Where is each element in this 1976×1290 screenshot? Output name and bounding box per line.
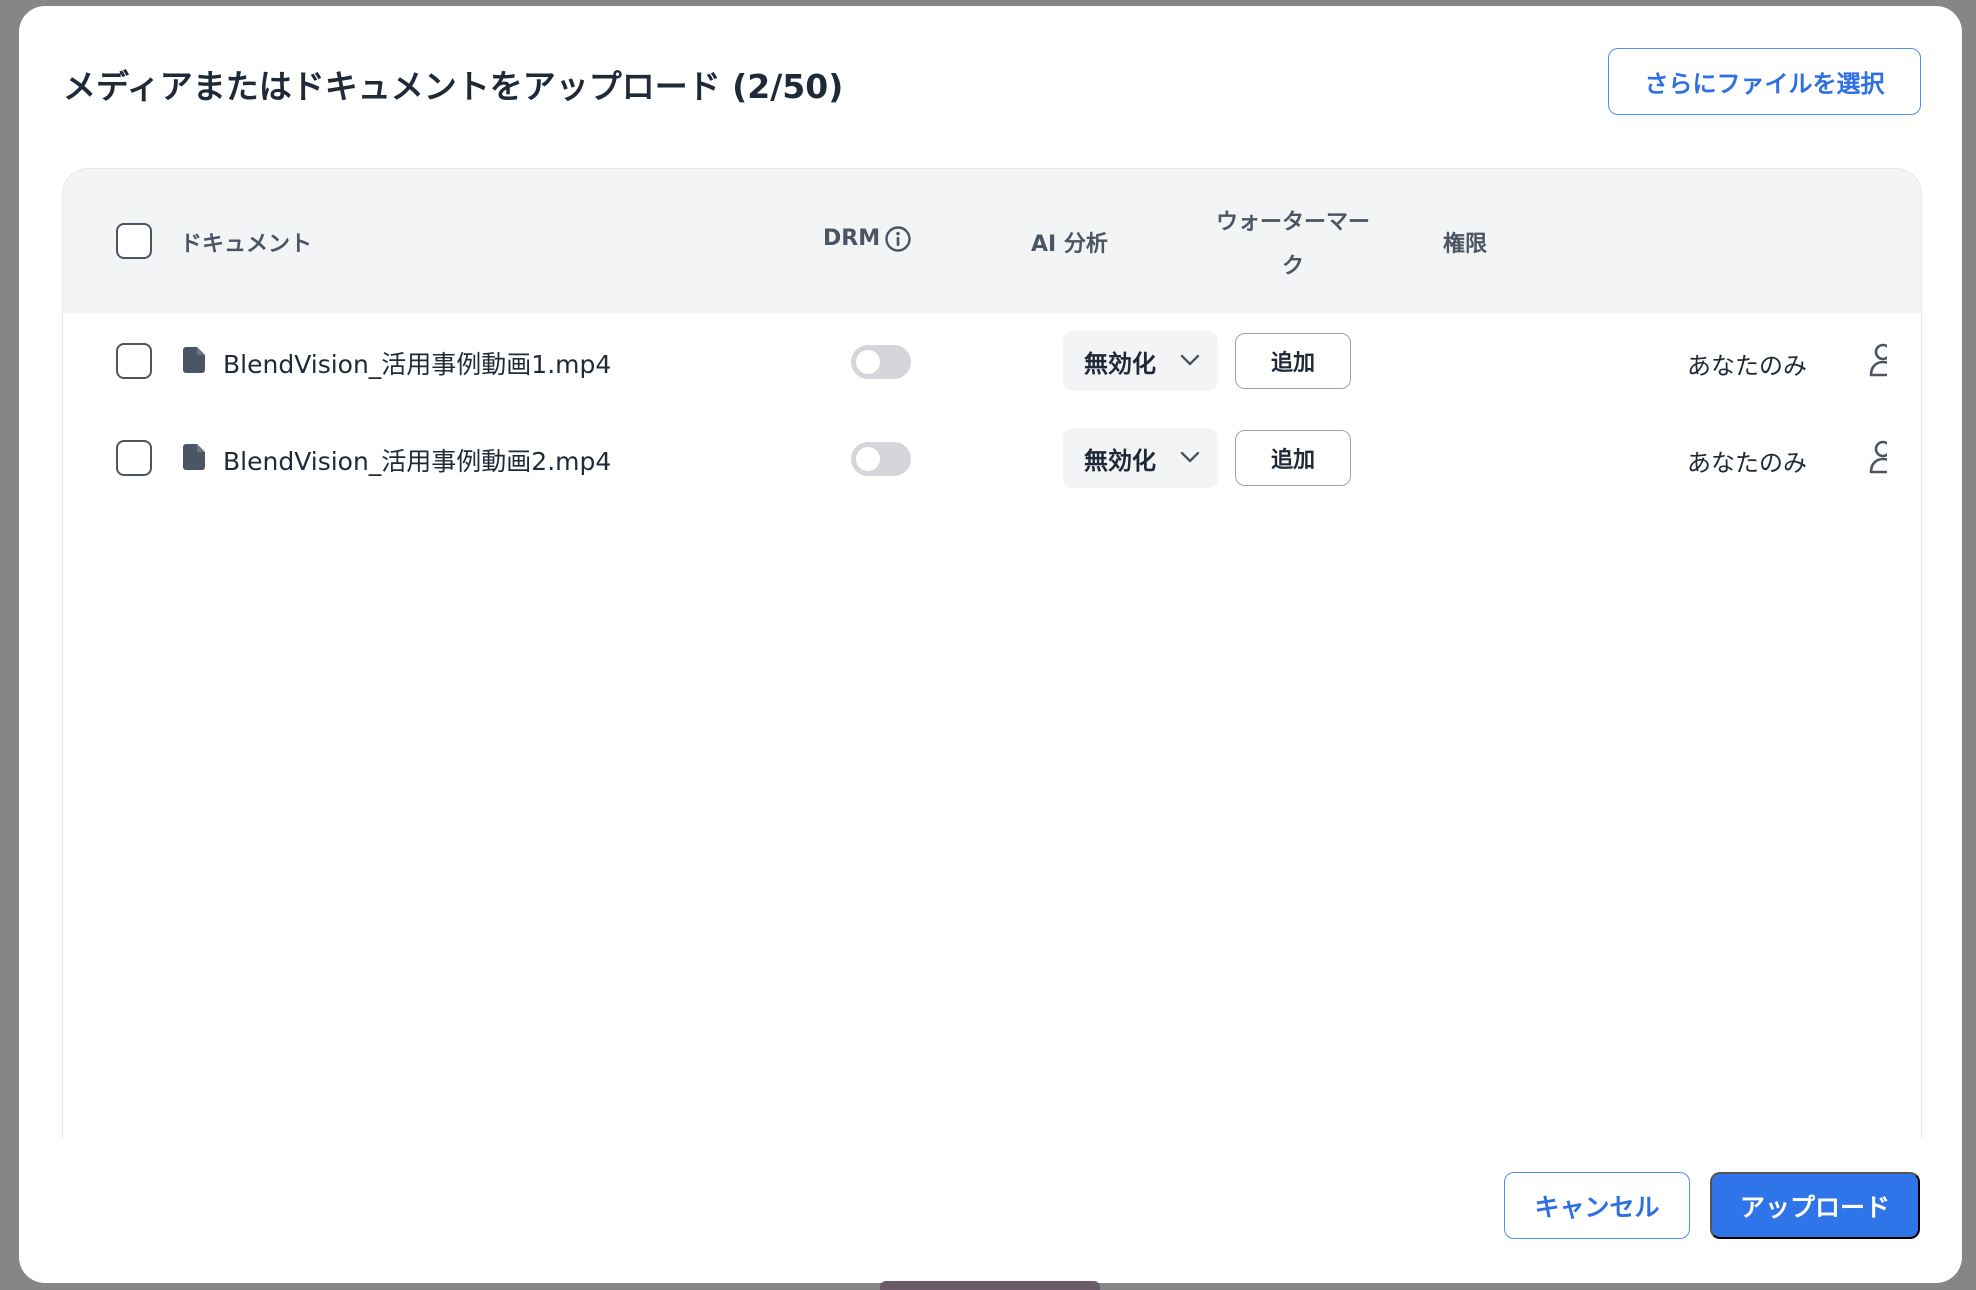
upload-button[interactable]: アップロード	[1710, 1172, 1920, 1239]
header-ai-analysis: AI 分析	[1031, 232, 1108, 257]
row-checkbox[interactable]	[116, 343, 152, 379]
add-watermark-button[interactable]: 追加	[1235, 430, 1351, 486]
info-icon[interactable]	[884, 225, 912, 253]
header-watermark-line2: ク	[1281, 254, 1304, 279]
toggle-knob	[856, 350, 880, 374]
ai-analysis-dropdown[interactable]: 無効化	[1063, 331, 1218, 391]
permission-value: あなたのみ	[1687, 449, 1807, 477]
drm-toggle[interactable]	[851, 442, 911, 476]
ai-analysis-dropdown[interactable]: 無効化	[1063, 428, 1218, 488]
permission-value: あなたのみ	[1687, 352, 1807, 380]
ai-analysis-value: 無効化	[1084, 349, 1156, 378]
file-name: BlendVision_活用事例動画1.mp4	[223, 350, 612, 379]
header-permission: 権限	[1443, 232, 1488, 257]
background-element	[880, 1281, 1100, 1290]
person-icon[interactable]	[1869, 439, 1887, 475]
row-checkbox[interactable]	[116, 440, 152, 476]
file-name: BlendVision_活用事例動画2.mp4	[223, 447, 612, 476]
toggle-knob	[856, 447, 880, 471]
select-more-files-button[interactable]: さらにファイルを選択	[1608, 48, 1921, 115]
drm-toggle[interactable]	[851, 345, 911, 379]
dialog-title: メディアまたはドキュメントをアップロード (2/50)	[63, 67, 844, 106]
file-icon	[183, 444, 205, 470]
add-watermark-button[interactable]: 追加	[1235, 333, 1351, 389]
file-icon	[183, 347, 205, 373]
table-header: ドキュメント DRM AI 分析 ウォーターマー ク 権限	[63, 169, 1921, 313]
cancel-button[interactable]: キャンセル	[1504, 1172, 1690, 1239]
header-document: ドキュメント	[180, 232, 313, 257]
header-watermark: ウォーターマー ク	[1208, 204, 1378, 280]
table-row: BlendVision_活用事例動画1.mp4 無効化 追加 あなたのみ	[63, 313, 1921, 410]
file-table: ドキュメント DRM AI 分析 ウォーターマー ク 権限 BlendVisio…	[62, 168, 1922, 1138]
header-drm: DRM	[823, 226, 881, 251]
upload-dialog: メディアまたはドキュメントをアップロード (2/50) さらにファイルを選択 ド…	[19, 6, 1962, 1283]
select-all-checkbox[interactable]	[116, 223, 152, 259]
permission-icon-clip	[1869, 336, 1887, 386]
chevron-down-icon	[1180, 354, 1200, 366]
person-icon[interactable]	[1869, 342, 1887, 378]
chevron-down-icon	[1180, 451, 1200, 463]
ai-analysis-value: 無効化	[1084, 446, 1156, 475]
table-row: BlendVision_活用事例動画2.mp4 無効化 追加 あなたのみ	[63, 410, 1921, 507]
header-watermark-line1: ウォーターマー	[1215, 210, 1370, 235]
permission-icon-clip	[1869, 433, 1887, 483]
